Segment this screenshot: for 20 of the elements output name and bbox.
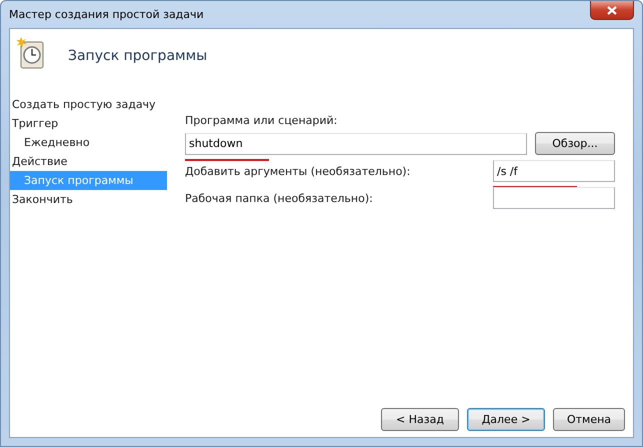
close-icon [607,6,617,14]
wizard-step[interactable]: Закончить [10,190,167,209]
wizard-button[interactable]: Отмена [553,408,625,431]
field-label: Добавить аргументы (необязательно): [185,164,410,178]
wizard-step[interactable]: Создать простую задачу [10,95,167,114]
window-title: Мастер создания простой задачи [9,8,204,21]
text-field[interactable] [493,187,615,209]
close-button[interactable] [590,1,634,20]
wizard-step[interactable]: Триггер [10,114,167,133]
wizard-button[interactable]: Далее > [467,408,545,431]
text-field[interactable]: shutdown [185,132,527,154]
wizard-step[interactable]: Действие [10,152,167,171]
wizard-step[interactable]: Ежедневно [10,133,167,152]
text-field[interactable]: /s /f [493,160,615,182]
field-label: Рабочая папка (необязательно): [185,192,373,204]
wizard-button[interactable]: < Назад [381,408,459,431]
browse-button[interactable]: Обзор... [535,132,615,155]
clock-icon [16,36,46,70]
page-title: Запуск программы [68,48,208,64]
field-label: Программа или сценарий: [185,114,338,127]
